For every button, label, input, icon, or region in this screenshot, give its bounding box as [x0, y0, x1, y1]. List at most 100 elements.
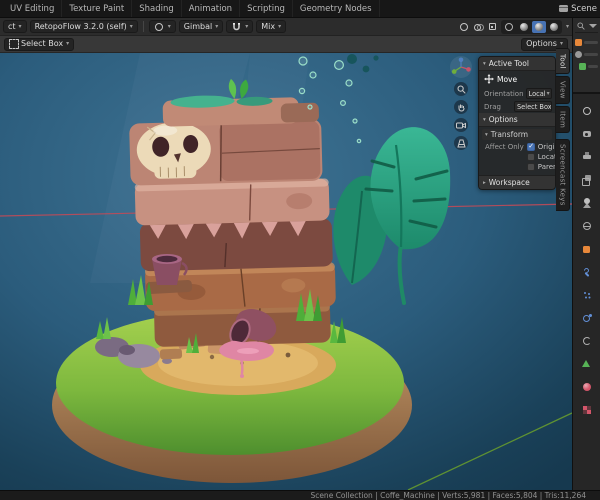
magnet-icon	[231, 21, 242, 32]
filter-icon[interactable]	[589, 24, 597, 28]
sidebar-tab[interactable]: Screencast Keys	[556, 138, 570, 211]
properties-tab-world[interactable]	[576, 219, 598, 233]
workspace-section-header[interactable]: ▸ Workspace	[479, 175, 555, 189]
right-column	[572, 18, 600, 490]
shading-sphere-icon	[519, 22, 528, 31]
workspace-tab[interactable]: Animation	[182, 0, 241, 17]
move-tool-icon	[484, 74, 494, 84]
checkbox-row[interactable]: Origins	[526, 142, 555, 151]
camera-view-button[interactable]	[454, 118, 468, 132]
drag-select[interactable]: Select Box ▾	[514, 101, 552, 112]
properties-tab-icon	[582, 382, 592, 392]
scene-stats: Scene Collection | Coffe_Machine | Verts…	[310, 491, 586, 500]
properties-tab-icon	[582, 198, 592, 208]
options-section-header[interactable]: ▾ Options	[479, 113, 555, 127]
xray-toggle-icon[interactable]	[487, 21, 498, 32]
blender-window: UV Editing Texture Paint Shading Animati…	[0, 0, 600, 500]
active-tool-name: Move	[479, 71, 555, 87]
checkbox[interactable]	[526, 142, 535, 151]
properties-tab-material[interactable]	[576, 380, 598, 394]
scene-icon	[559, 5, 569, 12]
sidebar-tab[interactable]: Item	[556, 105, 570, 133]
camera-icon	[456, 122, 466, 129]
perspective-icon	[456, 139, 466, 147]
properties-tab-strip	[573, 94, 600, 417]
outliner-item[interactable]	[575, 60, 598, 72]
shading-mode-solid[interactable]	[517, 21, 531, 33]
pan-button[interactable]	[454, 100, 468, 114]
pivot-point-dropdown[interactable]: ▾	[148, 20, 176, 33]
chevron-down-icon: ▾	[129, 22, 133, 30]
properties-tab-icon	[582, 336, 592, 346]
shading-mode-rendered[interactable]	[547, 21, 561, 33]
sidebar-tab[interactable]: Tool	[556, 48, 570, 74]
properties-tab-view-layer[interactable]	[576, 173, 598, 187]
properties-tab-constraints[interactable]	[576, 334, 598, 348]
hand-icon	[458, 104, 464, 112]
properties-tab-scene[interactable]	[576, 196, 598, 210]
shading-sphere-icon	[534, 22, 543, 31]
properties-tab-icon	[582, 152, 592, 162]
outliner-item[interactable]	[575, 48, 598, 60]
checkbox-row[interactable]: Locations	[526, 153, 555, 161]
outliner-item[interactable]	[575, 36, 598, 48]
active-tool-button[interactable]: Select Box ▾	[4, 37, 75, 51]
properties-tab-icon	[582, 359, 592, 369]
sidebar-tab-strip: Tool View Item Screencast Keys	[556, 48, 572, 211]
overlays-icon[interactable]	[473, 21, 485, 32]
mode-dropdown[interactable]: ct ▾	[3, 20, 27, 33]
workspace-tab[interactable]: UV Editing	[3, 0, 63, 17]
orientation-select[interactable]: Local ▾	[525, 88, 552, 99]
shading-mode-material-preview[interactable]	[531, 20, 546, 33]
viewport-nav-controls	[450, 56, 472, 150]
topbar: UV Editing Texture Paint Shading Animati…	[0, 0, 600, 18]
properties-tab-object-data[interactable]	[576, 357, 598, 371]
viewport-3d[interactable]: ▾ Active Tool Move Orientation Local ▾ D…	[0, 53, 572, 490]
properties-tab-object[interactable]	[576, 242, 598, 256]
scene-selector[interactable]: Scene	[559, 0, 600, 17]
perspective-toggle-button[interactable]	[454, 136, 468, 150]
active-tool-section-header[interactable]: ▾ Active Tool	[479, 57, 555, 71]
chevron-down-icon: ▾	[559, 40, 563, 47]
properties-tab-icon	[582, 290, 592, 300]
sidebar-tab[interactable]: View	[556, 76, 570, 104]
workspace-tab[interactable]: Shading	[132, 0, 182, 17]
properties-tab-icon	[582, 129, 592, 139]
shading-options-dropdown[interactable]: ▾	[566, 23, 569, 30]
workspace-tab[interactable]: Geometry Nodes	[293, 0, 380, 17]
shading-mode-wireframe[interactable]	[502, 21, 516, 33]
retopoflow-menu[interactable]: RetopoFlow 3.2.0 (self) ▾	[29, 20, 138, 33]
properties-tab-modifiers[interactable]	[576, 265, 598, 279]
properties-tab-icon	[582, 313, 592, 323]
transform-orientation-dropdown[interactable]: Gimbal ▾	[178, 20, 224, 33]
affect-only-label: Affect Only	[485, 143, 524, 151]
transform-subsection-header[interactable]: ▾ Transform	[482, 129, 552, 140]
properties-tab-output[interactable]	[576, 150, 598, 164]
snap-dropdown[interactable]: ▾	[226, 20, 254, 33]
properties-tab-particles[interactable]	[576, 288, 598, 302]
checkbox[interactable]	[526, 153, 535, 161]
checkbox[interactable]	[526, 163, 535, 171]
workspace-tab[interactable]: Scripting	[240, 0, 293, 17]
status-bar: Scene Collection | Coffe_Machine | Verts…	[0, 490, 600, 500]
properties-tab-physics[interactable]	[576, 311, 598, 325]
workspace-tab[interactable]: Texture Paint	[62, 0, 133, 17]
magnifier-icon	[457, 85, 466, 94]
zoom-button[interactable]	[454, 82, 468, 96]
pivot-icon	[154, 21, 165, 32]
properties-tab-icon	[582, 106, 592, 116]
properties-tab-render[interactable]	[576, 127, 598, 141]
checkbox-row[interactable]: Parents	[526, 163, 555, 171]
affect-only-group: Affect Only Origins Locations Parents	[479, 140, 555, 175]
properties-tab-tool[interactable]	[576, 104, 598, 118]
nav-gizmo[interactable]	[450, 56, 472, 78]
drag-label: Drag	[484, 102, 502, 111]
blend-mode-dropdown[interactable]: Mix ▾	[256, 20, 287, 33]
collapse-arrow-icon: ▾	[483, 60, 486, 67]
search-icon[interactable]	[575, 21, 586, 32]
properties-tab-icon	[582, 244, 592, 254]
chevron-down-icon: ▾	[546, 90, 550, 97]
properties-tab-texture[interactable]	[576, 403, 598, 417]
proportional-editing-icon[interactable]	[459, 21, 470, 32]
chevron-down-icon: ▾	[278, 22, 282, 30]
